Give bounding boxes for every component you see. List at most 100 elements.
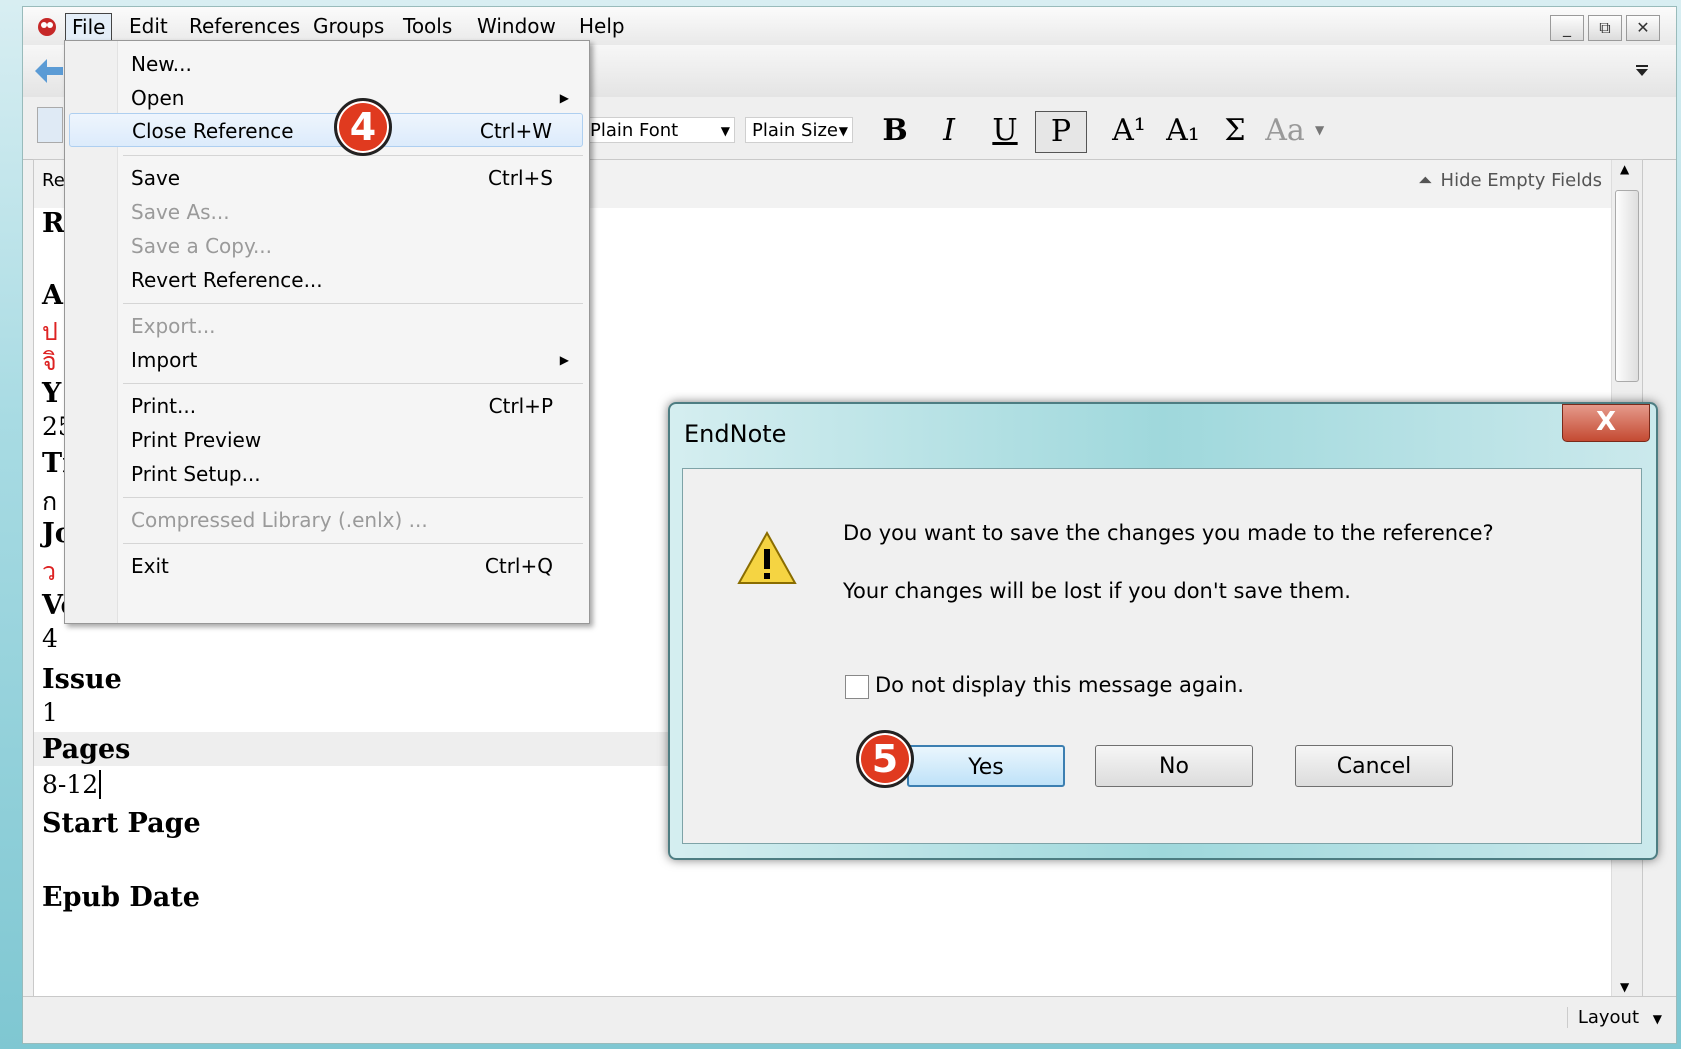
dialog-title: EndNote [684, 420, 787, 448]
hide-empty-fields-label: Hide Empty Fields [1440, 170, 1602, 191]
superscript-button[interactable]: A¹ [1107, 111, 1151, 151]
menu-separator [123, 155, 583, 156]
menu-item-compressed-library: Compressed Library (.enlx) ... [117, 503, 583, 537]
menu-item-exit[interactable]: Exit Ctrl+Q [117, 549, 583, 583]
file-menu: New... Open ▶ Close Reference Ctrl+W Save C… [64, 40, 590, 624]
scrollbar-thumb[interactable] [1615, 190, 1639, 382]
menu-item-print-preview[interactable]: Print Preview [117, 423, 583, 457]
warning-icon [737, 530, 797, 584]
menu-separator [123, 383, 583, 384]
field-label-partial: A [42, 280, 63, 311]
underline-button[interactable]: U [985, 111, 1025, 151]
menu-item-revert-reference[interactable]: Revert Reference... [117, 263, 583, 297]
back-arrow-icon[interactable] [33, 57, 65, 85]
field-label-pages: Pages [42, 734, 131, 765]
size-select[interactable]: Plain Size ▼ [745, 117, 853, 143]
field-label-epub-date: Epub Date [42, 882, 200, 913]
subscript-button[interactable]: A₁ [1161, 111, 1205, 151]
menu-references[interactable]: References [183, 13, 306, 39]
menu-item-label: Import [131, 348, 198, 372]
menu-item-label: Compressed Library (.enlx) ... [131, 508, 428, 532]
field-value-partial[interactable]: ว [42, 552, 56, 592]
menu-item-import[interactable]: Import ▶ [117, 343, 583, 377]
italic-button[interactable]: I [929, 111, 969, 151]
menu-item-new[interactable]: New... [117, 47, 583, 81]
menu-item-label: Save As... [131, 200, 230, 224]
minimize-button[interactable]: _ [1550, 15, 1584, 41]
menu-item-close-reference[interactable]: Close Reference Ctrl+W [69, 113, 583, 147]
toolbar-tool-icon[interactable] [37, 107, 63, 143]
menu-item-print-setup[interactable]: Print Setup... [117, 457, 583, 491]
menu-tools[interactable]: Tools [397, 13, 458, 39]
yes-button[interactable]: Yes [907, 745, 1065, 787]
menu-item-save[interactable]: Save Ctrl+S [117, 161, 583, 195]
chevron-down-icon: ▼ [1652, 1012, 1662, 1026]
no-button[interactable]: No [1095, 745, 1253, 787]
restore-button[interactable]: ⧉ [1588, 15, 1622, 41]
do-not-display-label: Do not display this message again. [875, 673, 1244, 697]
do-not-display-checkbox[interactable] [845, 675, 869, 699]
submenu-arrow-icon: ▶ [559, 91, 569, 105]
change-case-button[interactable]: Aa [1259, 111, 1311, 151]
menu-item-shortcut: Ctrl+P [488, 394, 553, 418]
step-5-badge: 5 [856, 730, 914, 788]
field-label-start-page: Start Page [42, 808, 201, 839]
menu-item-save-a-copy: Save a Copy... [117, 229, 583, 263]
field-value-volume[interactable]: 4 [42, 624, 58, 653]
plain-button[interactable]: P [1035, 111, 1087, 153]
menu-item-label: Open [131, 86, 185, 110]
menu-item-shortcut: Ctrl+S [487, 166, 553, 190]
menu-window[interactable]: Window [471, 13, 562, 39]
field-label-issue: Issue [42, 664, 122, 695]
close-window-button[interactable]: ✕ [1626, 15, 1660, 41]
menu-item-export: Export... [117, 309, 583, 343]
menu-item-label: Export... [131, 314, 216, 338]
dialog-message-warning: Your changes will be lost if you don't s… [843, 579, 1351, 603]
menu-item-label: Close Reference [132, 119, 294, 143]
layout-button[interactable]: Layout ▼ [1566, 1007, 1662, 1028]
reference-tab-label[interactable]: Re [42, 170, 65, 191]
collapse-up-icon: ⏶ [1418, 170, 1433, 191]
hide-empty-fields-button[interactable]: ⏶ Hide Empty Fields [1418, 170, 1602, 191]
menu-item-label: Print Setup... [131, 462, 261, 486]
chevron-down-icon: ▼ [838, 124, 848, 138]
menu-edit[interactable]: Edit [123, 13, 174, 39]
scroll-up-icon[interactable]: ▲ [1620, 162, 1629, 176]
menu-item-label: Print... [131, 394, 197, 418]
field-value-pages[interactable]: 8-12 [42, 770, 102, 799]
size-select-value: Plain Size [752, 120, 838, 141]
dialog-message-question: Do you want to save the changes you made… [843, 521, 1494, 545]
dialog-body: Do you want to save the changes you made… [682, 468, 1642, 844]
endnote-app-icon[interactable] [35, 14, 59, 38]
menu-item-label: Save [131, 166, 181, 190]
save-changes-dialog: EndNote X Do you want to save the change… [668, 402, 1658, 860]
menu-item-label: New... [131, 52, 192, 76]
menu-groups[interactable]: Groups [307, 13, 390, 39]
font-select-value: Plain Font [590, 120, 679, 141]
menu-file[interactable]: File [65, 13, 113, 41]
menu-separator [123, 543, 583, 544]
menu-help[interactable]: Help [573, 13, 631, 39]
submenu-arrow-icon: ▶ [559, 353, 569, 367]
field-value-issue[interactable]: 1 [42, 698, 58, 727]
menu-item-save-as: Save As... [117, 195, 583, 229]
field-label-partial: R [42, 208, 65, 239]
cancel-button[interactable]: Cancel [1295, 745, 1453, 787]
field-value-partial[interactable]: ก [42, 482, 57, 522]
menu-item-label: Exit [131, 554, 169, 578]
scroll-down-icon[interactable]: ▼ [1620, 980, 1629, 994]
font-select[interactable]: Plain Font ▼ [583, 117, 735, 143]
symbol-button[interactable]: Σ [1217, 111, 1253, 151]
menu-item-shortcut: Ctrl+Q [484, 554, 553, 578]
bold-button[interactable]: B [875, 111, 915, 151]
chevron-down-icon: ▼ [720, 124, 730, 138]
layout-label: Layout [1577, 1007, 1640, 1028]
chevron-down-icon[interactable]: ▼ [1315, 123, 1324, 137]
field-label-partial: Y [42, 378, 62, 409]
menu-item-label: Revert Reference... [131, 268, 323, 292]
dialog-close-button[interactable]: X [1562, 404, 1650, 442]
field-value-partial[interactable]: จิ [42, 342, 57, 382]
options-dropdown-icon[interactable] [1634, 63, 1650, 79]
menu-item-print[interactable]: Print... Ctrl+P [117, 389, 583, 423]
step-4-badge: 4 [334, 98, 392, 156]
